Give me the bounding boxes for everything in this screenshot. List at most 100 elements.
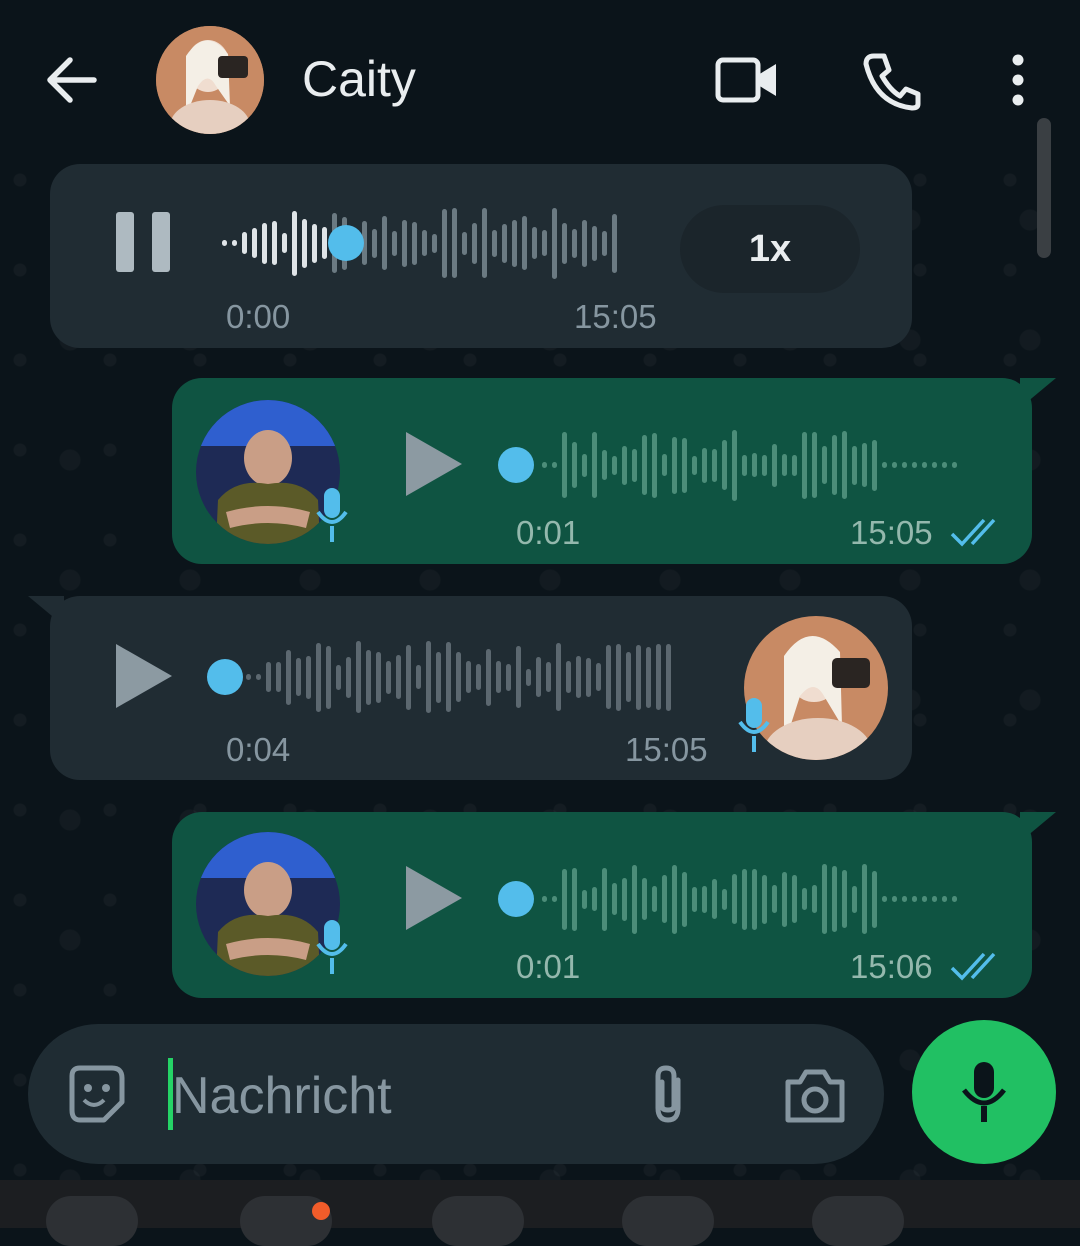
waveform-bar xyxy=(296,658,301,696)
attach-paperclip-icon[interactable] xyxy=(646,1062,692,1128)
waveform-bar xyxy=(702,885,707,913)
nav-item[interactable] xyxy=(46,1196,138,1246)
waveform-bar xyxy=(762,874,767,924)
waveform-bar xyxy=(642,878,647,920)
playback-position[interactable] xyxy=(207,659,243,695)
waveform-bar xyxy=(262,222,267,264)
waveform-bar xyxy=(732,874,737,924)
record-voice-button[interactable] xyxy=(912,1020,1056,1164)
waveform-bar xyxy=(532,227,537,259)
microphone-icon xyxy=(738,698,770,752)
waveform-bar xyxy=(552,462,557,468)
waveform-bar xyxy=(252,228,257,258)
waveform-bar xyxy=(852,445,857,485)
bubble-tail xyxy=(28,596,64,626)
waveform-bar xyxy=(502,223,507,263)
play-icon[interactable] xyxy=(406,866,462,930)
waveform-bar xyxy=(792,875,797,923)
waveform-bar xyxy=(472,222,477,264)
waveform-bar xyxy=(622,445,627,485)
waveform-bar xyxy=(666,643,671,711)
waveform-bar xyxy=(536,657,541,697)
waveform-bar xyxy=(602,867,607,931)
camera-icon[interactable] xyxy=(782,1066,848,1126)
waveform-bar xyxy=(642,435,647,495)
waveform-bar xyxy=(542,230,547,256)
waveform-bar xyxy=(316,642,321,712)
waveform-bar xyxy=(832,866,837,932)
waveform-bar xyxy=(402,219,407,267)
waveform-bar xyxy=(822,864,827,934)
waveform-bar xyxy=(802,431,807,499)
more-options-icon[interactable] xyxy=(1002,48,1034,112)
pause-icon[interactable] xyxy=(116,212,172,274)
waveform-bar xyxy=(912,462,917,468)
waveform-bar xyxy=(522,216,527,270)
waveform-bar xyxy=(612,883,617,915)
waveform-bar xyxy=(476,664,481,690)
waveform-bar xyxy=(682,871,687,927)
playback-position[interactable] xyxy=(498,447,534,483)
waveform-bar xyxy=(702,447,707,483)
nav-item[interactable] xyxy=(622,1196,714,1246)
playback-speed-button[interactable]: 1x xyxy=(680,205,860,293)
waveform-bar xyxy=(612,213,617,273)
waveform-bar xyxy=(862,443,867,487)
play-icon[interactable] xyxy=(116,644,172,708)
waveform-bar xyxy=(782,871,787,927)
bubble-tail xyxy=(1020,378,1056,408)
waveform-bar xyxy=(882,896,887,902)
message-input-bar[interactable] xyxy=(28,1024,884,1164)
waveform[interactable] xyxy=(222,203,617,283)
waveform-bar xyxy=(312,223,317,263)
waveform-bar xyxy=(396,655,401,699)
message-time: 15:05 xyxy=(625,731,708,768)
waveform-bar xyxy=(222,240,227,246)
waveform-bar xyxy=(672,864,677,934)
sticker-emoji-icon[interactable] xyxy=(64,1062,128,1126)
waveform-bar xyxy=(722,888,727,910)
playback-position[interactable] xyxy=(498,881,534,917)
waveform-bar xyxy=(386,660,391,694)
nav-item[interactable] xyxy=(432,1196,524,1246)
bubble-tail xyxy=(1020,812,1056,842)
waveform-bar xyxy=(712,448,717,482)
message-input[interactable]: Nachricht xyxy=(172,1066,392,1126)
waveform[interactable] xyxy=(246,637,671,717)
waveform-bar xyxy=(286,649,291,705)
waveform[interactable] xyxy=(542,425,957,505)
contact-avatar[interactable] xyxy=(156,26,264,134)
waveform-bar xyxy=(762,454,767,476)
waveform-bar xyxy=(582,889,587,909)
scrollbar[interactable] xyxy=(1037,118,1051,258)
microphone-icon xyxy=(962,1062,1006,1122)
playback-position[interactable] xyxy=(328,225,364,261)
waveform-bar xyxy=(562,432,567,498)
play-icon[interactable] xyxy=(406,432,462,496)
read-receipt-icon xyxy=(950,518,996,547)
nav-item[interactable] xyxy=(812,1196,904,1246)
waveform-bar xyxy=(632,864,637,934)
waveform-bar xyxy=(842,870,847,928)
waveform-bar xyxy=(412,221,417,265)
waveform-bar xyxy=(942,462,947,468)
waveform-bar xyxy=(932,462,937,468)
waveform-bar xyxy=(366,649,371,705)
waveform-bar xyxy=(802,888,807,910)
waveform-bar xyxy=(406,644,411,710)
waveform[interactable] xyxy=(542,859,957,939)
waveform-bar xyxy=(902,462,907,468)
waveform-bar xyxy=(356,641,361,713)
read-receipt-icon xyxy=(950,952,996,981)
video-call-icon[interactable] xyxy=(714,48,780,112)
waveform-bar xyxy=(606,645,611,709)
back-arrow-icon[interactable] xyxy=(40,48,104,112)
waveform-bar xyxy=(462,231,467,255)
waveform-bar xyxy=(652,432,657,498)
waveform-bar xyxy=(442,208,447,278)
waveform-bar xyxy=(322,227,327,259)
waveform-bar xyxy=(436,651,441,703)
waveform-bar xyxy=(572,228,577,258)
phone-call-icon[interactable] xyxy=(860,48,922,112)
contact-name[interactable]: Caity xyxy=(302,50,416,108)
